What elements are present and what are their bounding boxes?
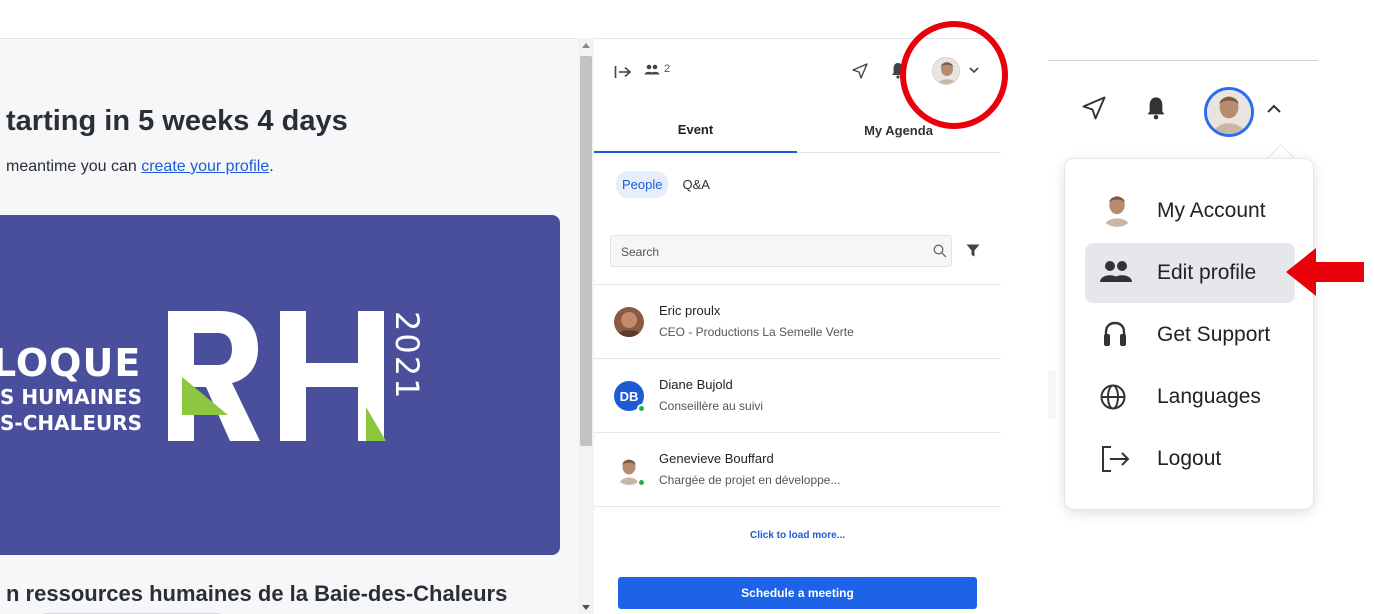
headset-icon [1104, 321, 1126, 346]
pointer-arrow-annotation [1286, 248, 1364, 296]
avatar [614, 307, 644, 337]
menu-item-label: Languages [1157, 385, 1261, 408]
divider [1048, 60, 1318, 61]
scroll-up-arrow[interactable] [582, 43, 590, 48]
banner-line-3: S-CHALEURS [0, 411, 143, 435]
attendee-count[interactable]: 2 [644, 63, 670, 75]
avatar-photo [614, 307, 644, 337]
person-name: Genevieve Bouffard [659, 451, 774, 466]
event-banner: LOQUE S HUMAINES S-CHALEURS 2021 [0, 215, 560, 555]
avatar [1099, 191, 1135, 227]
event-countdown-title: tarting in 5 weeks 4 days [6, 105, 348, 137]
send-icon[interactable] [1082, 96, 1106, 120]
menu-item-label: Edit profile [1157, 261, 1257, 284]
people-list: Eric proulx CEO - Productions La Semelle… [594, 284, 1001, 506]
subline-prefix: meantime you can [6, 158, 142, 175]
menu-item-languages[interactable]: Languages [1085, 367, 1295, 427]
page-scrollbar[interactable] [578, 38, 594, 614]
online-status-dot [637, 478, 646, 487]
chevron-up-icon[interactable] [1266, 104, 1282, 114]
panel-topbar: 2 [594, 21, 1008, 129]
logout-icon [1102, 446, 1130, 472]
list-item[interactable]: Genevieve Bouffard Chargée de projet en … [594, 432, 1001, 506]
collapse-arrow-icon[interactable] [614, 65, 632, 79]
event-subline: meantime you can create your profile. [6, 158, 274, 176]
person-name: Eric proulx [659, 303, 721, 318]
background-panel [1048, 370, 1056, 418]
tab-event[interactable]: Event [594, 107, 797, 153]
attendee-count-value: 2 [664, 63, 671, 75]
rh-logo [168, 311, 386, 441]
scroll-thumb[interactable] [580, 56, 592, 446]
side-panel: 2 Event My Agenda People Q&A Search Eric… [594, 21, 1008, 614]
banner-line-2: S HUMAINES [0, 385, 142, 409]
account-dropdown-menu: My Account Edit profile Get Support Lang… [1064, 158, 1314, 510]
menu-item-logout[interactable]: Logout [1085, 429, 1295, 489]
panel-subtabs: People Q&A [616, 171, 716, 198]
person-role: Conseillère au suivi [659, 399, 764, 413]
list-item[interactable]: DB Diane Bujold Conseillère au suivi [594, 358, 1001, 432]
filter-icon[interactable] [966, 244, 980, 257]
menu-item-label: Get Support [1157, 323, 1271, 346]
user-avatar[interactable] [1204, 87, 1254, 137]
load-more-link[interactable]: Click to load more... [594, 506, 1001, 564]
banner-line-1: LOQUE [0, 341, 142, 385]
subline-suffix: . [269, 158, 274, 175]
menu-item-get-support[interactable]: Get Support [1085, 305, 1295, 365]
subtab-people[interactable]: People [616, 171, 669, 198]
event-page: tarting in 5 weeks 4 days meantime you c… [0, 38, 578, 614]
search-icon[interactable] [933, 244, 947, 258]
create-profile-link[interactable]: create your profile [141, 158, 269, 175]
banner-year: 2021 [388, 311, 426, 401]
panel-tabs: Event My Agenda [594, 107, 1001, 153]
person-name: Diane Bujold [659, 377, 733, 392]
menu-item-my-account[interactable]: My Account [1085, 181, 1295, 241]
menu-item-label: Logout [1157, 447, 1222, 470]
menu-item-label: My Account [1157, 199, 1266, 222]
person-role: CEO - Productions La Semelle Verte [659, 325, 854, 339]
globe-icon [1100, 384, 1126, 410]
search-input[interactable] [621, 242, 911, 262]
send-icon[interactable] [852, 63, 868, 79]
scroll-down-arrow[interactable] [582, 605, 590, 610]
people-icon [644, 64, 660, 74]
avatar-photo [1207, 90, 1251, 134]
schedule-meeting-button[interactable]: Schedule a meeting [618, 577, 977, 609]
list-item[interactable]: Eric proulx CEO - Productions La Semelle… [594, 284, 1001, 358]
subtab-qa[interactable]: Q&A [676, 171, 715, 198]
people-search [610, 235, 952, 267]
tab-my-agenda[interactable]: My Agenda [797, 107, 1000, 153]
person-role: Chargée de projet en développe... [659, 473, 841, 487]
avatar-photo [1099, 191, 1135, 227]
people-icon [1100, 261, 1132, 282]
bell-icon[interactable] [1146, 96, 1166, 120]
menu-item-edit-profile[interactable]: Edit profile [1085, 243, 1295, 303]
online-status-dot [637, 404, 646, 413]
event-full-title: n ressources humaines de la Baie-des-Cha… [6, 581, 508, 606]
